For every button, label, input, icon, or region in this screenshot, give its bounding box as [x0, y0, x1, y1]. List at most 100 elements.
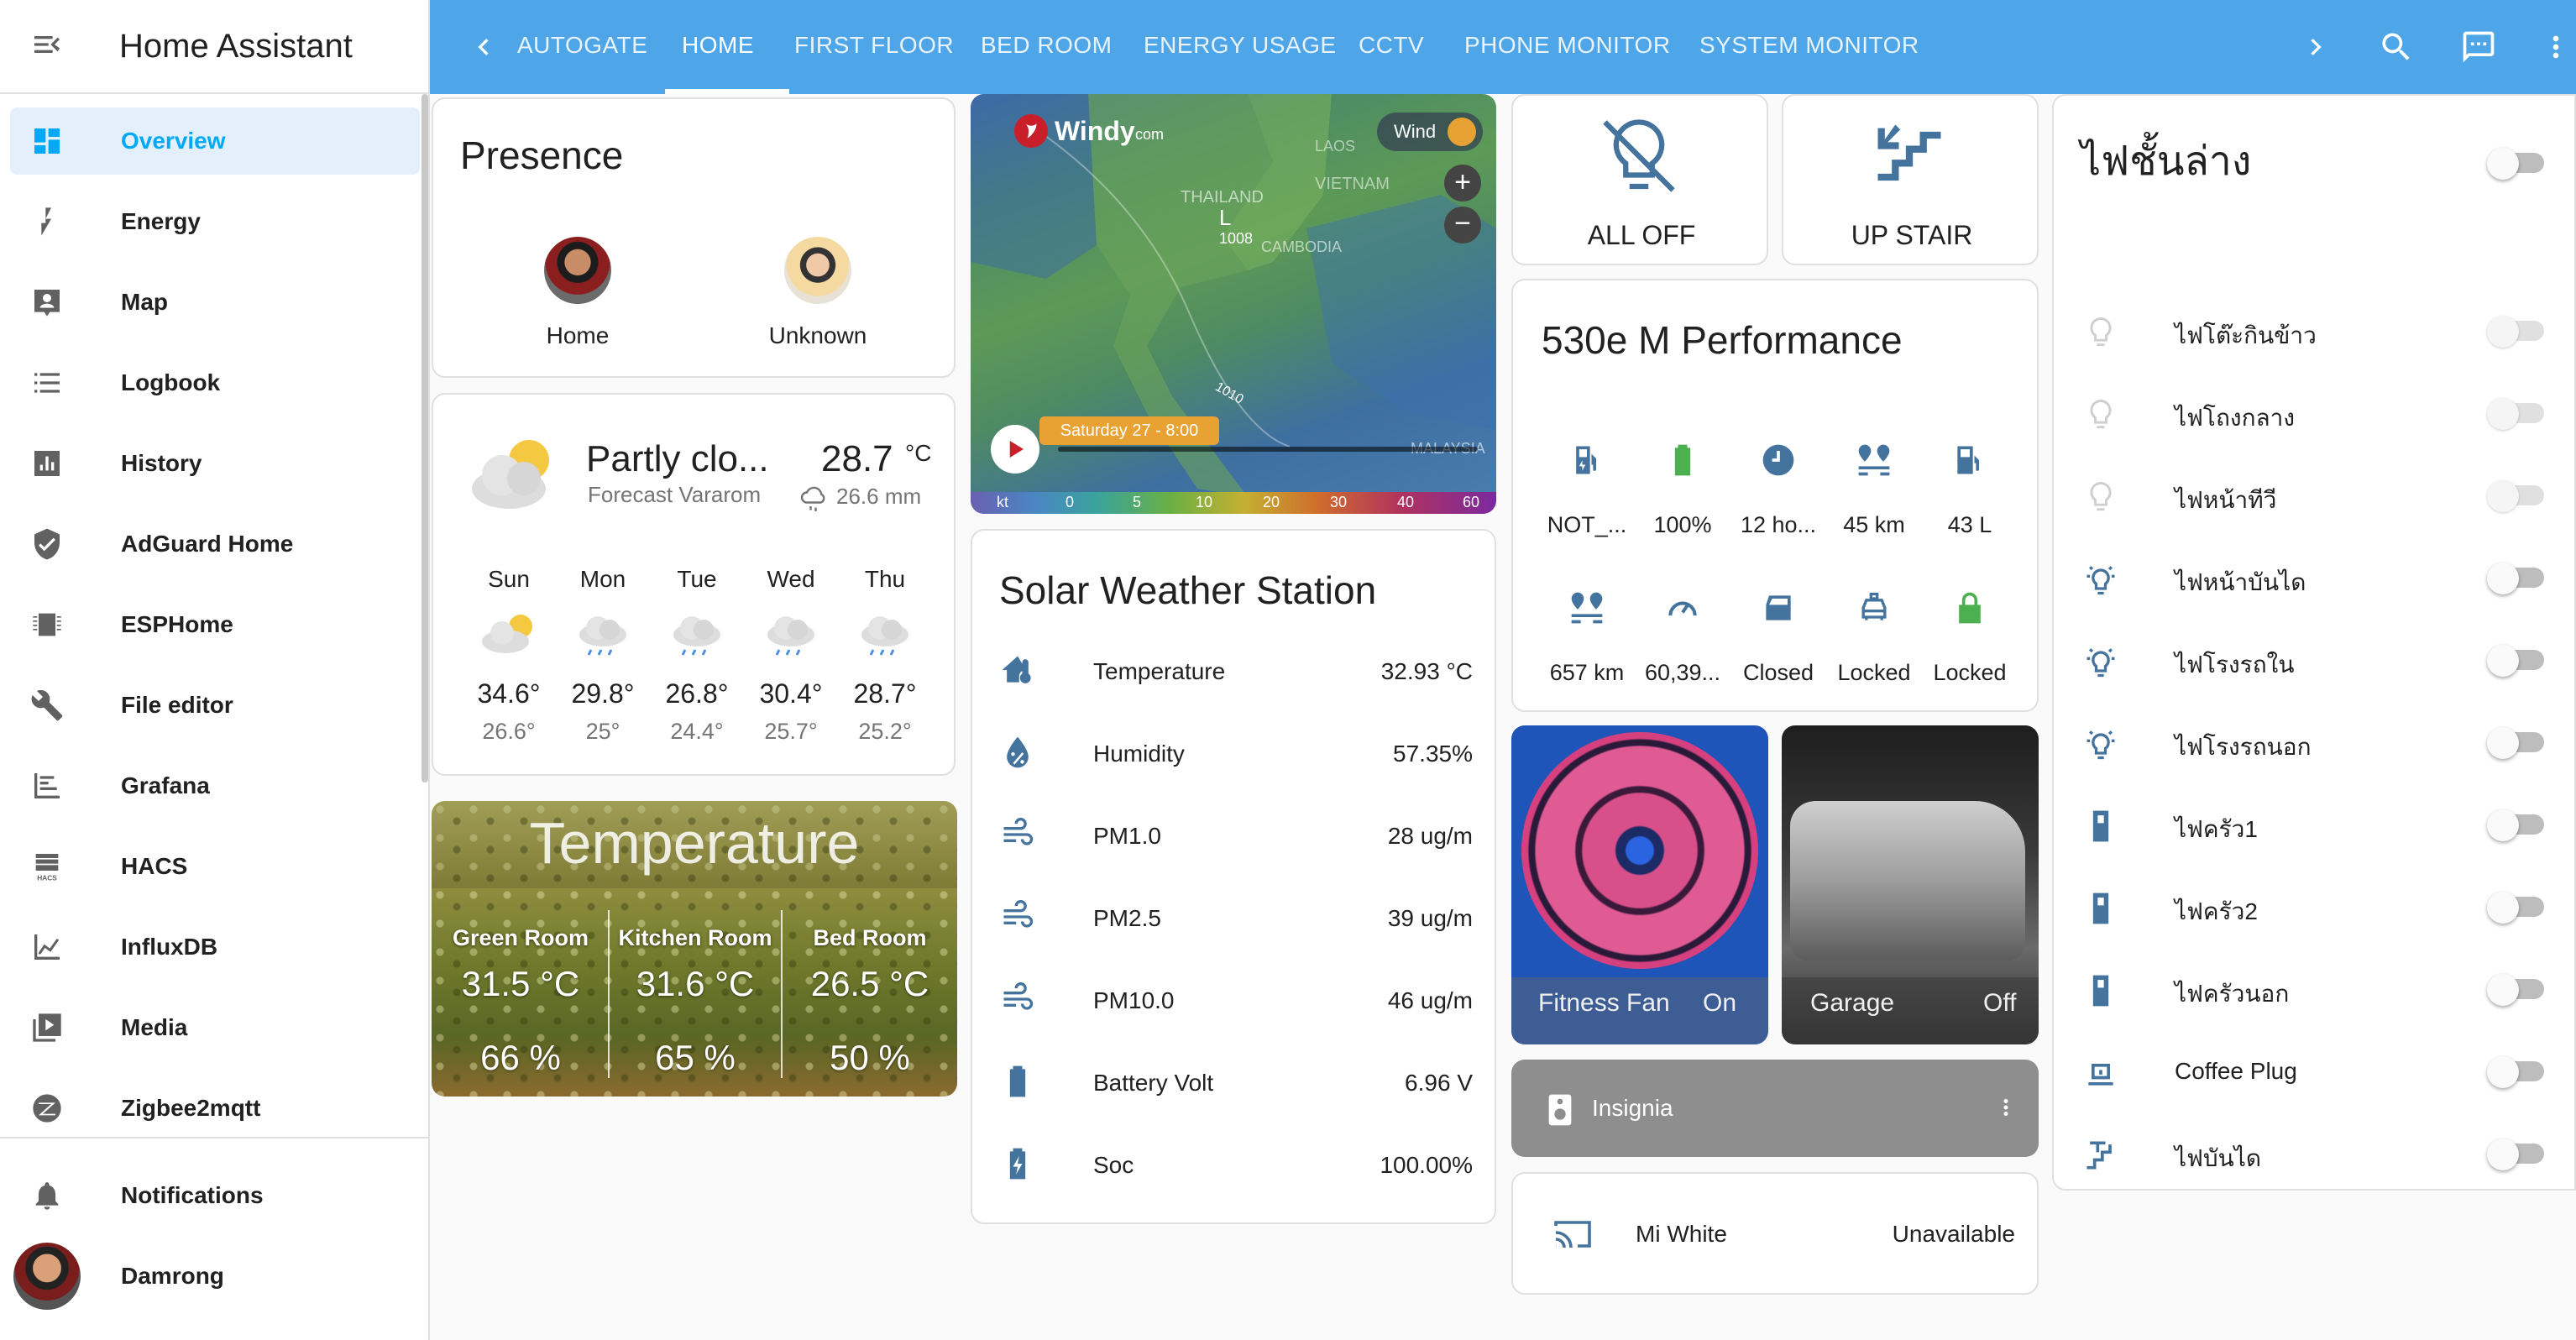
- wind-scale-label: 10: [1195, 494, 1213, 510]
- light-toggle: [2487, 479, 2547, 512]
- clock-icon[interactable]: [1760, 442, 1797, 483]
- tab-system-monitor[interactable]: SYSTEM MONITOR: [1699, 32, 1919, 59]
- timeline-track[interactable]: [1058, 447, 1478, 452]
- sidebar-item-file-editor[interactable]: File editor: [10, 672, 420, 739]
- light-toggle[interactable]: [2487, 972, 2547, 1006]
- tab-first-floor[interactable]: FIRST FLOOR: [794, 32, 954, 59]
- car-attribute-value: 60,39...: [1644, 660, 1721, 685]
- chevron-left-icon[interactable]: [463, 27, 504, 67]
- play-button[interactable]: [991, 425, 1039, 474]
- tab-cctv[interactable]: CCTV: [1359, 32, 1424, 59]
- sidebar-item-hacs[interactable]: HACS HACS: [10, 833, 420, 900]
- room-name: Green Room: [452, 925, 589, 950]
- car-image: [1790, 801, 2025, 961]
- sidebar-item-history[interactable]: History: [10, 430, 420, 497]
- light-toggle[interactable]: [2487, 725, 2547, 759]
- map-marker-distance-icon[interactable]: [1856, 442, 1893, 483]
- zoom-out-button[interactable]: −: [1444, 207, 1481, 243]
- sidebar-item-map[interactable]: Map: [10, 269, 420, 336]
- menu-toggle-icon[interactable]: [30, 28, 64, 65]
- timeline-label: Saturday 27 - 8:00: [1039, 416, 1219, 445]
- sidebar-item-adguard[interactable]: AdGuard Home: [10, 510, 420, 578]
- weather-card[interactable]: Partly clo... Forecast Vararom 28.7 °C 2…: [432, 393, 956, 776]
- sidebar-item-influxdb[interactable]: InfluxDB: [10, 913, 420, 981]
- garage-card[interactable]: Garage Off: [1782, 725, 2039, 1044]
- temperature-card[interactable]: Temperature Green Room 31.5 °C 66 % Kitchen…: [432, 801, 957, 1097]
- sensor-value: 32.93 °C: [1380, 658, 1473, 684]
- up-stair-button[interactable]: UP STAIR: [1782, 94, 2039, 265]
- ev-station-icon[interactable]: [1568, 442, 1605, 483]
- tab-autogate[interactable]: AUTOGATE: [517, 32, 647, 59]
- master-toggle[interactable]: [2487, 146, 2547, 180]
- car-lock-icon[interactable]: [1856, 589, 1893, 631]
- assist-icon[interactable]: [2458, 27, 2499, 67]
- sidebar-item-energy[interactable]: Energy: [10, 188, 420, 255]
- car-door-icon[interactable]: [1760, 589, 1797, 631]
- light-name: ไฟบันได: [2175, 1145, 2262, 1171]
- gas-station-icon[interactable]: [1951, 442, 1988, 483]
- avatar: [13, 1243, 81, 1310]
- speedometer-icon[interactable]: [1664, 589, 1701, 631]
- avatar[interactable]: [784, 237, 851, 304]
- map-marker-distance-icon[interactable]: [1568, 589, 1605, 631]
- light-toggle: [2487, 396, 2547, 430]
- fan-image: [1521, 732, 1758, 969]
- wind-icon: [1448, 118, 1476, 146]
- windy-map[interactable]: Windy com Wind + − LAOS THAILAND VIETNAM…: [971, 94, 1496, 514]
- rainy-icon: [574, 610, 631, 667]
- more-vert-icon[interactable]: [2536, 27, 2576, 67]
- sidebar-item-esphome[interactable]: ESPHome: [10, 591, 420, 658]
- sensor-name: Humidity: [1093, 741, 1185, 767]
- more-vert-icon[interactable]: [1993, 1090, 2018, 1129]
- layer-selector[interactable]: Wind: [1377, 113, 1483, 151]
- tab-phone-monitor[interactable]: PHONE MONITOR: [1464, 32, 1671, 59]
- avatar[interactable]: [544, 237, 611, 304]
- sidebar-item-grafana[interactable]: Grafana: [10, 752, 420, 819]
- light-toggle[interactable]: [2487, 808, 2547, 841]
- room-temperature: 31.5 °C: [461, 964, 580, 1003]
- sensor-name: Temperature: [1093, 658, 1226, 684]
- zoom-in-button[interactable]: +: [1444, 165, 1481, 202]
- light-toggle[interactable]: [2487, 890, 2547, 924]
- sidebar-item-logbook[interactable]: Logbook: [10, 349, 420, 416]
- forecast-low: 25.7°: [764, 719, 818, 744]
- weather-windy-icon: [999, 981, 1036, 1022]
- sidebar-item-user[interactable]: Damrong: [10, 1243, 420, 1310]
- light-toggle[interactable]: [2487, 643, 2547, 677]
- sidebar-header: Home Assistant: [0, 0, 428, 94]
- tab-bed-room[interactable]: BED ROOM: [981, 32, 1112, 59]
- light-toggle[interactable]: [2487, 1137, 2547, 1170]
- forecast-day: Tue: [677, 566, 717, 592]
- insignia-media-card[interactable]: Insignia: [1511, 1060, 2039, 1157]
- mi-white-card[interactable]: Mi White Unavailable: [1511, 1172, 2039, 1295]
- tab-energy-usage[interactable]: ENERGY USAGE: [1144, 32, 1337, 59]
- sidebar-item-notifications[interactable]: Notifications: [10, 1162, 420, 1229]
- car-attribute-value: Closed: [1742, 660, 1814, 685]
- light-toggle[interactable]: [2487, 1055, 2547, 1088]
- battery-full-icon[interactable]: [1664, 442, 1701, 483]
- sidebar-item-label: File editor: [121, 692, 233, 718]
- sidebar-item-media[interactable]: Media: [10, 994, 420, 1061]
- toggle-knob: [2487, 645, 2519, 677]
- sidebar-item-zigbee2mqtt[interactable]: Zigbee2mqtt: [10, 1075, 420, 1142]
- lock-icon[interactable]: [1951, 589, 1988, 631]
- active-tab-indicator: [665, 89, 789, 94]
- chevron-right-icon[interactable]: [2296, 27, 2336, 67]
- search-icon[interactable]: [2376, 27, 2416, 67]
- stairs-up-icon: [1867, 114, 1951, 202]
- sidebar-item-overview[interactable]: Overview: [10, 107, 420, 175]
- light-switch-icon: [2082, 890, 2119, 931]
- sidebar-item-label: Notifications: [121, 1182, 264, 1208]
- lightbulb-outline-icon: [2082, 396, 2119, 437]
- sidebar-item-label: Logbook: [121, 369, 221, 395]
- forecast-low: 25.2°: [858, 719, 912, 744]
- windy-logo-suffix: com: [1135, 126, 1165, 143]
- fitness-fan-card[interactable]: Fitness Fan On: [1511, 725, 1768, 1044]
- light-toggle[interactable]: [2487, 561, 2547, 594]
- sidebar-scrollbar[interactable]: [421, 94, 428, 783]
- bell-icon: [30, 1179, 64, 1212]
- tab-home[interactable]: HOME: [682, 32, 754, 59]
- all-off-button[interactable]: ALL OFF: [1511, 94, 1768, 265]
- lightbulb-on-icon: [2082, 643, 2119, 684]
- card-title: Temperature: [529, 810, 860, 876]
